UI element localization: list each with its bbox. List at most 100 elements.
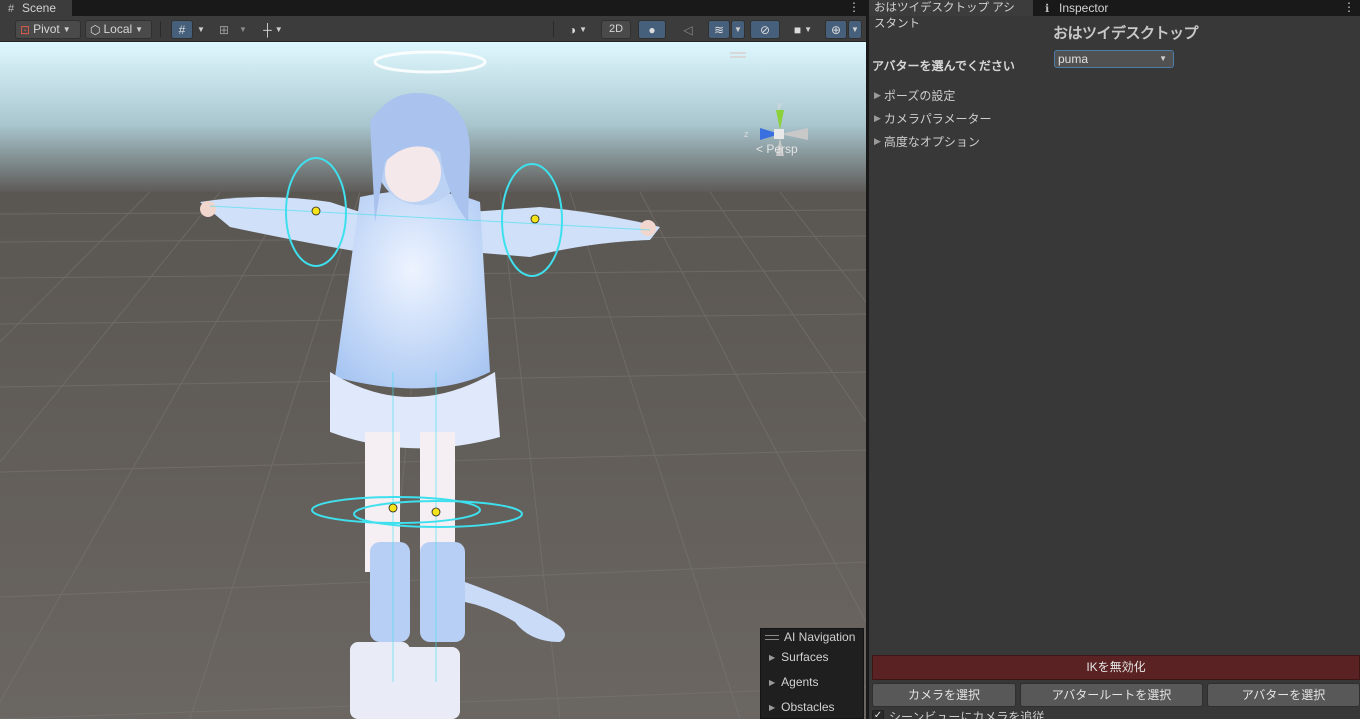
gizmo-center-cube: [774, 129, 784, 139]
foldout-label: ポーズの設定: [883, 89, 956, 103]
z-axis-label: z: [744, 129, 749, 139]
ai-nav-item-label: Surfaces: [781, 650, 829, 664]
foldout-advanced-options[interactable]: ▶ 高度なオプション: [874, 133, 980, 150]
local-dropdown[interactable]: ⬡ Local ▼: [85, 20, 152, 39]
disable-ik-button[interactable]: IKを無効化: [872, 655, 1360, 680]
scene-tab-bar: # Scene ⋮: [0, 0, 866, 16]
chevron-down-icon: ▼: [135, 25, 144, 34]
camera-icon: ■: [793, 22, 802, 37]
tab-inspector[interactable]: ℹ Inspector: [1037, 0, 1137, 16]
foldout-camera-parameters[interactable]: ▶ カメラパラメーター: [874, 110, 991, 127]
scene-view-panel: # Scene ⋮ ⊡ Pivot ▼ ⬡ Local ▼ # ▼ ⊞ ▼ ┼ ▼: [0, 0, 866, 719]
scene-toolbar: ⊡ Pivot ▼ ⬡ Local ▼ # ▼ ⊞ ▼ ┼ ▼ ◑ ▼ 2D ●…: [0, 16, 866, 42]
lighting-toggle[interactable]: ●: [638, 20, 666, 39]
gizmos-dropdown[interactable]: ▼: [848, 20, 862, 39]
local-label: Local: [103, 22, 133, 36]
toggle-2d-button[interactable]: 2D: [601, 20, 631, 39]
projection-label[interactable]: < Persp: [756, 142, 798, 156]
effects-toggle[interactable]: ≋: [708, 20, 730, 39]
ai-nav-item-surfaces[interactable]: ▶ Surfaces: [761, 645, 863, 670]
scene-visibility-toggle[interactable]: ⊘: [750, 20, 780, 39]
expand-arrow-icon: ▶: [874, 90, 881, 100]
right-tab-bar: おはツイデスクトップ アシスタント ℹ Inspector ⋮: [869, 0, 1360, 30]
tab-inspector-label: Inspector: [1059, 1, 1109, 15]
increment-snap-button[interactable]: ⊞: [213, 20, 235, 39]
speaker-mute-icon: ◁: [683, 22, 693, 37]
grid-snap-dropdown[interactable]: ▼: [194, 20, 208, 39]
toolbar-divider: [553, 21, 554, 37]
y-axis-label: y: [777, 100, 782, 110]
chevron-down-icon: ▼: [274, 25, 283, 34]
tab-scene-label: Scene: [22, 1, 57, 15]
expand-arrow-icon: ▶: [874, 136, 881, 146]
avatar-select[interactable]: puma ▼: [1054, 50, 1174, 68]
gizmo-menu-icon[interactable]: [730, 52, 746, 58]
y-axis-cone: [776, 110, 784, 130]
chevron-down-icon: ▼: [239, 25, 247, 34]
ruler-icon: ┼: [263, 22, 272, 37]
tab-scene[interactable]: # Scene: [0, 0, 72, 16]
ai-nav-item-label: Agents: [781, 675, 819, 689]
tab-assistant-label: おはツイデスクトップ アシスタント: [874, 2, 1015, 30]
gizmo-globe-icon: ⊕: [830, 22, 842, 37]
avatar-select-label: アバターを選んでください: [872, 59, 1015, 73]
increment-snap-dropdown[interactable]: ▼: [236, 20, 250, 39]
scene-more-options-icon[interactable]: ⋮: [848, 0, 860, 16]
drag-handle-icon[interactable]: [765, 634, 779, 640]
toggle-2d-label: 2D: [608, 23, 624, 35]
effects-dropdown[interactable]: ▼: [731, 20, 745, 39]
increment-snap-icon: ⊞: [218, 22, 230, 37]
ai-nav-item-agents[interactable]: ▶ Agents: [761, 670, 863, 695]
audio-toggle[interactable]: ◁: [674, 20, 702, 39]
select-camera-button[interactable]: カメラを選択: [872, 683, 1016, 707]
ai-nav-item-label: Obstacles: [781, 700, 835, 714]
foldout-pose-settings[interactable]: ▶ ポーズの設定: [874, 87, 955, 104]
expand-arrow-icon: ▶: [769, 678, 776, 687]
hidden-eye-icon: ⊘: [759, 22, 771, 37]
foldout-label: 高度なオプション: [883, 135, 980, 149]
shading-sphere-icon: ◑: [568, 22, 577, 37]
ai-navigation-header[interactable]: AI Navigation: [761, 629, 863, 645]
grid-snap-button[interactable]: #: [171, 20, 193, 39]
expand-arrow-icon: ▶: [874, 113, 881, 123]
follow-camera-checkbox[interactable]: ✓: [872, 710, 884, 719]
lightbulb-icon: ●: [648, 22, 656, 37]
follow-camera-label: シーンビューにカメラを追従: [889, 709, 1045, 719]
chevron-down-icon: ▼: [851, 25, 859, 34]
camera-dropdown[interactable]: ■ ▼: [786, 20, 820, 39]
ai-nav-item-obstacles[interactable]: ▶ Obstacles: [761, 695, 863, 719]
select-avatar-root-button[interactable]: アバタールートを選択: [1020, 683, 1203, 707]
tab-assistant[interactable]: おはツイデスクトップ アシスタント: [869, 0, 1033, 30]
draw-mode-dropdown[interactable]: ◑ ▼: [560, 20, 596, 39]
cube-icon: ⬡: [90, 22, 101, 37]
grid-snap-icon: #: [178, 22, 186, 37]
assistant-panel: おはツイデスクトップ アシスタント ℹ Inspector ⋮ おはツイデスクトッ…: [869, 0, 1360, 719]
chevron-down-icon: ▼: [804, 25, 813, 34]
expand-arrow-icon: ▶: [769, 703, 776, 712]
orientation-gizmo[interactable]: y z: [740, 100, 820, 176]
toolbar-divider: [160, 21, 161, 37]
gizmos-toggle[interactable]: ⊕: [825, 20, 847, 39]
chevron-down-icon: ▼: [734, 25, 742, 34]
grid-icon: #: [8, 3, 15, 15]
page-title: おはツイデスクトップ: [1053, 25, 1199, 42]
layers-icon: ≋: [713, 22, 725, 37]
select-avatar-button[interactable]: アバターを選択: [1207, 683, 1360, 707]
orientation-gizmo-graphic: y z: [744, 100, 808, 156]
ruler-dropdown[interactable]: ┼ ▼: [256, 20, 290, 39]
ai-navigation-title: AI Navigation: [784, 630, 856, 644]
chevron-down-icon: ▼: [197, 25, 205, 34]
expand-arrow-icon: ▶: [769, 653, 776, 662]
panel-more-options-icon[interactable]: ⋮: [1343, 0, 1355, 16]
avatar-select-value: puma: [1058, 52, 1089, 66]
pivot-label: Pivot: [33, 22, 60, 36]
x-axis-cone: [780, 128, 808, 140]
info-icon: ℹ: [1045, 3, 1050, 15]
pivot-dropdown[interactable]: ⊡ Pivot ▼: [15, 20, 81, 39]
foldout-label: カメラパラメーター: [883, 112, 992, 126]
ai-navigation-overlay: AI Navigation ▶ Surfaces ▶ Agents ▶ Obst…: [760, 628, 864, 719]
follow-camera-row: ✓ シーンビューにカメラを追従: [872, 710, 1044, 719]
scene-viewport[interactable]: y z < Persp: [0, 42, 866, 719]
chevron-down-icon: ▼: [579, 25, 588, 34]
chevron-down-icon: ▼: [1159, 54, 1167, 63]
